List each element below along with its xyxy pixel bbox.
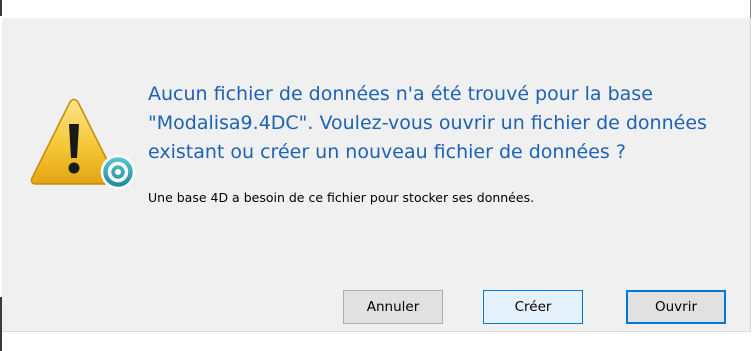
create-button[interactable]: Créer xyxy=(483,290,583,324)
open-button[interactable]: Ouvrir xyxy=(626,290,726,324)
warning-icon xyxy=(30,98,136,190)
dialog-body: Aucun fichier de données n'a été trouvé … xyxy=(2,18,751,332)
title-bar xyxy=(0,0,754,18)
dialog-window: Aucun fichier de données n'a été trouvé … xyxy=(0,18,754,351)
dialog-message: Aucun fichier de données n'a été trouvé … xyxy=(148,83,707,163)
cancel-button[interactable]: Annuler xyxy=(343,290,443,324)
window-edge-marker xyxy=(0,0,2,16)
dialog-detail: Une base 4D a besoin de ce fichier pour … xyxy=(148,190,535,205)
window-edge-marker-right xyxy=(750,0,751,18)
